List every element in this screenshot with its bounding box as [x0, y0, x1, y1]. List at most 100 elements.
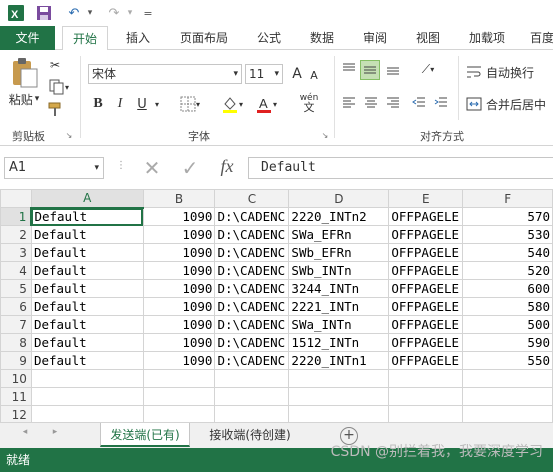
cell-c[interactable]: D:\CADENC: [214, 261, 290, 280]
tab-home[interactable]: 开始: [62, 26, 108, 51]
cell-b[interactable]: 1090: [142, 333, 216, 352]
cell-f[interactable]: [462, 405, 553, 422]
cell-f[interactable]: 520: [462, 261, 553, 280]
cell-f[interactable]: 500: [462, 315, 553, 334]
align-left-icon[interactable]: [340, 94, 358, 112]
cell-b[interactable]: [142, 387, 216, 406]
shrink-font-button[interactable]: A: [307, 66, 321, 84]
font-size-select[interactable]: 11 ▾: [245, 64, 283, 84]
align-right-icon[interactable]: [384, 94, 402, 112]
borders-icon[interactable]: ▾: [176, 94, 204, 114]
tab-addins[interactable]: 加载项: [462, 26, 512, 50]
row-header[interactable]: 11: [0, 387, 32, 406]
cell-b[interactable]: 1090: [142, 279, 216, 298]
column-header-c[interactable]: C: [214, 189, 290, 208]
font-name-select[interactable]: 宋体 ▾: [88, 64, 242, 84]
column-header-b[interactable]: B: [142, 189, 216, 208]
orientation-icon[interactable]: ⟋ ▾: [414, 60, 442, 78]
fill-color-icon[interactable]: ▾: [218, 94, 246, 114]
cell-a[interactable]: Default: [30, 297, 144, 316]
cell-b[interactable]: 1090: [142, 243, 216, 262]
cell-f[interactable]: 530: [462, 225, 553, 244]
cell-c[interactable]: D:\CADENC: [214, 315, 290, 334]
cell-c[interactable]: D:\CADENC: [214, 207, 290, 226]
row-header[interactable]: 8: [0, 333, 32, 352]
cell-c[interactable]: D:\CADENC: [214, 279, 290, 298]
decrease-indent-icon[interactable]: [410, 94, 428, 112]
insert-function-button[interactable]: fx: [212, 156, 242, 180]
cell-a[interactable]: Default: [30, 225, 144, 244]
cell-c[interactable]: D:\CADENC: [214, 225, 290, 244]
name-box[interactable]: A1 ▾: [4, 157, 104, 179]
redo-dropdown-icon[interactable]: ▾: [124, 3, 136, 23]
cell-b[interactable]: 1090: [142, 297, 216, 316]
align-bottom-icon[interactable]: [384, 60, 402, 78]
cell-a[interactable]: [30, 405, 144, 422]
row-header[interactable]: 9: [0, 351, 32, 370]
undo-icon[interactable]: ↶: [64, 3, 84, 23]
cell-a[interactable]: [30, 369, 144, 388]
tab-baidu[interactable]: 百度: [524, 26, 553, 50]
cell-f[interactable]: 540: [462, 243, 553, 262]
cell-b[interactable]: 1090: [142, 315, 216, 334]
tab-formulas[interactable]: 公式: [250, 26, 288, 50]
cell-c[interactable]: D:\CADENC: [214, 243, 290, 262]
cell-d[interactable]: SWb_INTn: [288, 261, 390, 280]
cell-b[interactable]: 1090: [142, 225, 216, 244]
cell-c[interactable]: D:\CADENC: [214, 351, 290, 370]
customize-qat-button[interactable]: =: [142, 3, 154, 23]
wrap-text-button[interactable]: 自动换行: [466, 62, 553, 82]
copy-icon[interactable]: ▾: [46, 78, 72, 96]
cell-f[interactable]: [462, 369, 553, 388]
cell-d[interactable]: 3244_INTn: [288, 279, 390, 298]
grow-font-button[interactable]: A: [289, 64, 305, 84]
cell-e[interactable]: OFFPAGELE: [388, 243, 464, 262]
cell-e[interactable]: OFFPAGELE: [388, 351, 464, 370]
italic-button[interactable]: I: [112, 94, 128, 114]
cell-c[interactable]: [214, 369, 290, 388]
cell-d[interactable]: SWa_INTn: [288, 315, 390, 334]
cell-e[interactable]: OFFPAGELE: [388, 225, 464, 244]
cell-d[interactable]: SWa_EFRn: [288, 225, 390, 244]
cell-d[interactable]: 2221_INTn: [288, 297, 390, 316]
scroll-left-icon[interactable]: ◂: [18, 427, 32, 443]
row-header[interactable]: 3: [0, 243, 32, 262]
cell-e[interactable]: [388, 405, 464, 422]
tab-view[interactable]: 视图: [408, 26, 448, 50]
cell-a[interactable]: [30, 387, 144, 406]
tab-file[interactable]: 文件: [0, 26, 55, 50]
cell-a[interactable]: Default: [30, 315, 144, 334]
increase-indent-icon[interactable]: [432, 94, 450, 112]
row-header[interactable]: 6: [0, 297, 32, 316]
cell-a[interactable]: Default: [30, 207, 144, 226]
paste-icon[interactable]: [8, 56, 40, 90]
cell-e[interactable]: [388, 369, 464, 388]
cell-a[interactable]: Default: [30, 261, 144, 280]
redo-icon[interactable]: ↷: [104, 3, 124, 23]
cell-b[interactable]: 1090: [142, 207, 216, 226]
cell-d[interactable]: [288, 387, 390, 406]
row-header[interactable]: 1: [0, 207, 33, 226]
cell-f[interactable]: 580: [462, 297, 553, 316]
align-top-icon[interactable]: [340, 60, 358, 78]
cell-e[interactable]: OFFPAGELE: [388, 207, 464, 226]
scroll-right-icon[interactable]: ▸: [48, 427, 62, 443]
phonetic-guide-button[interactable]: wén 文: [296, 92, 322, 114]
row-header[interactable]: 10: [0, 369, 32, 388]
clipboard-launcher-icon[interactable]: ↘: [64, 130, 74, 140]
font-launcher-icon[interactable]: ↘: [320, 130, 330, 140]
merge-center-button[interactable]: 合并后居中: [466, 94, 553, 114]
cell-c[interactable]: D:\CADENC: [214, 297, 290, 316]
cell-e[interactable]: OFFPAGELE: [388, 297, 464, 316]
cut-icon[interactable]: ✂: [46, 56, 64, 74]
select-all-corner[interactable]: [0, 189, 32, 208]
save-icon[interactable]: [34, 3, 54, 23]
cell-d[interactable]: 2220_INTn2: [288, 207, 390, 226]
align-center-icon[interactable]: [362, 94, 380, 112]
cell-d[interactable]: [288, 369, 390, 388]
align-middle-icon[interactable]: [360, 60, 380, 80]
bold-button[interactable]: B: [90, 94, 106, 114]
cell-b[interactable]: 1090: [142, 261, 216, 280]
column-header-f[interactable]: F: [462, 189, 553, 208]
sheet-tab-other[interactable]: 接收端(待创建): [196, 423, 304, 447]
